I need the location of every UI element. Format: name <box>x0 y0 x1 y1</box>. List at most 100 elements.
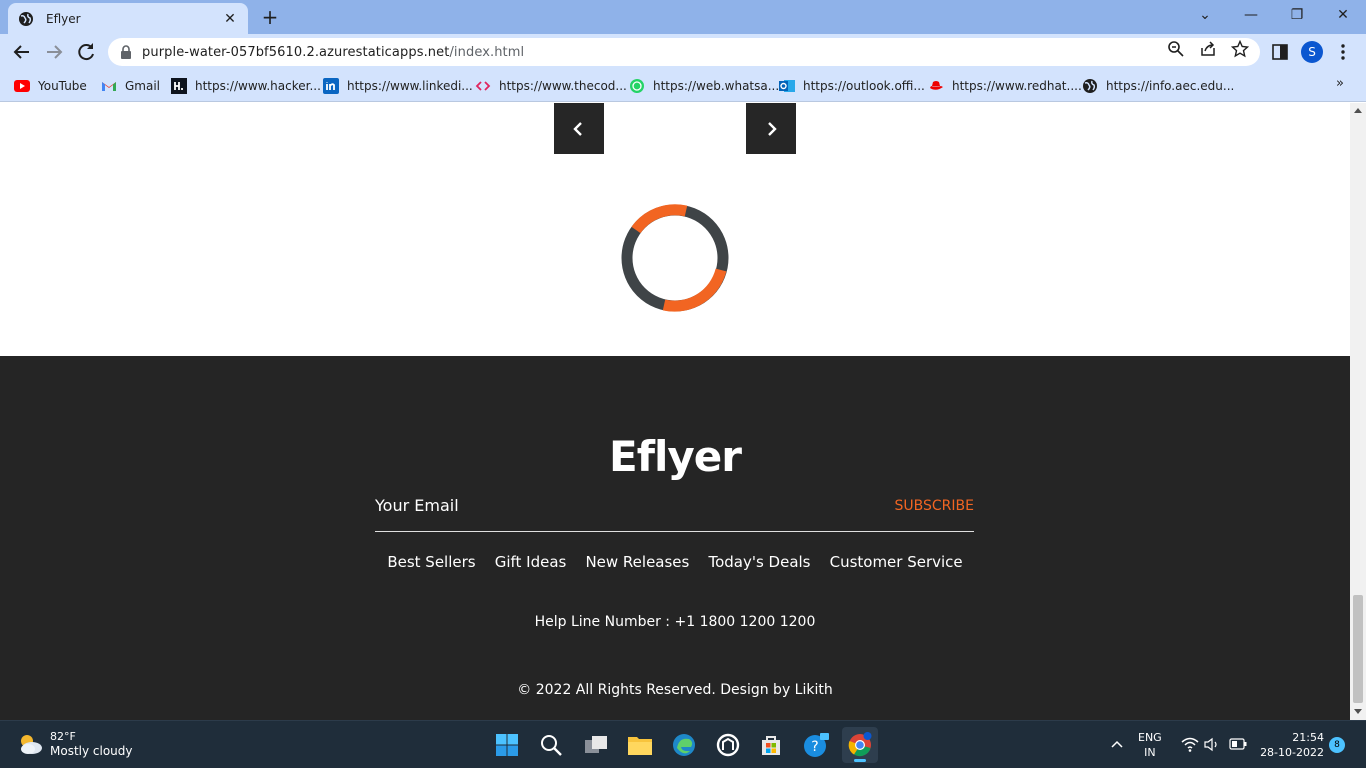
language-indicator[interactable]: ENG IN <box>1138 730 1162 760</box>
footer-link-new-releases[interactable]: New Releases <box>585 553 689 571</box>
hackerrank-icon <box>171 78 187 94</box>
back-arrow-icon[interactable] <box>10 40 34 64</box>
windows-taskbar: 82°F Mostly cloudy ? ENG IN 21:54 28-10-… <box>0 720 1366 768</box>
bookmarks-bar: YouTube Gmail https://www.hacker... http… <box>0 70 1366 102</box>
bookmark-linkedin[interactable]: https://www.linkedi... <box>323 76 473 96</box>
system-clock[interactable]: 21:54 28-10-2022 <box>1260 730 1326 760</box>
share-icon[interactable] <box>1199 40 1217 58</box>
subscribe-button[interactable]: SUBSCRIBE <box>895 498 974 514</box>
restore-button[interactable]: ❐ <box>1274 0 1320 30</box>
address-bar[interactable]: purple-water-057bf5610.2.azurestaticapps… <box>108 38 1260 66</box>
active-app-indicator <box>854 759 866 762</box>
notification-badge[interactable]: 8 <box>1329 737 1345 753</box>
copyright-text: © 2022 All Rights Reserved. Design by Li… <box>517 682 833 698</box>
whatsapp-icon <box>630 79 644 93</box>
minimize-button[interactable]: — <box>1228 0 1274 30</box>
help-mail-icon: ? <box>804 733 829 757</box>
bookmark-outlook[interactable]: https://outlook.offi... <box>779 76 925 96</box>
forward-arrow-icon[interactable] <box>42 40 66 64</box>
store-icon <box>762 736 780 755</box>
chevron-up-icon[interactable] <box>1110 739 1124 749</box>
footer-link-todays-deals[interactable]: Today's Deals <box>708 553 810 571</box>
tab-strip: Eflyer ✕ + ⌄ — ❐ ✕ <box>0 0 1366 34</box>
linkedin-icon <box>323 78 339 94</box>
scroll-thumb[interactable] <box>1353 595 1363 703</box>
tab-search-icon[interactable]: ⌄ <box>1182 0 1228 30</box>
web-page: Eflyer SUBSCRIBE Best Sellers Gift Ideas… <box>0 103 1350 720</box>
loading-spinner-icon <box>621 204 729 312</box>
footer-logo[interactable]: Eflyer <box>0 432 1350 481</box>
bookmark-hackerrank[interactable]: https://www.hacker... <box>171 76 321 96</box>
store-button[interactable] <box>753 727 789 763</box>
task-view-button[interactable] <box>578 727 614 763</box>
app-button-outline[interactable] <box>710 727 746 763</box>
volume-icon[interactable] <box>1204 737 1220 752</box>
weather-widget[interactable]: 82°F Mostly cloudy <box>16 729 133 759</box>
clock-time: 21:54 <box>1292 731 1324 744</box>
chevron-right-icon <box>768 121 777 136</box>
carousel-prev-button[interactable] <box>554 103 604 154</box>
bookmark-gmail[interactable]: Gmail <box>101 76 160 96</box>
wifi-icon[interactable] <box>1181 737 1199 752</box>
new-tab-button[interactable]: + <box>258 6 282 28</box>
partly-cloudy-icon <box>21 735 42 754</box>
chrome-icon <box>848 732 872 757</box>
battery-icon[interactable] <box>1229 738 1247 750</box>
close-window-button[interactable]: ✕ <box>1320 0 1366 30</box>
gmail-icon <box>102 82 116 91</box>
chevron-left-icon <box>573 121 582 136</box>
taskbar-search-button[interactable] <box>533 727 569 763</box>
folder-icon <box>628 737 652 755</box>
url-text: purple-water-057bf5610.2.azurestaticapps… <box>142 44 525 60</box>
lock-icon[interactable] <box>120 45 132 59</box>
bookmark-youtube[interactable]: YouTube <box>14 76 87 96</box>
reload-icon[interactable] <box>74 40 98 64</box>
more-bookmarks-icon[interactable]: » <box>1336 76 1344 91</box>
weather-condition: Mostly cloudy <box>50 744 133 758</box>
weather-temperature: 82°F <box>50 730 76 743</box>
task-view-icon <box>585 736 607 753</box>
page-scrollbar[interactable] <box>1350 103 1366 720</box>
search-icon <box>541 735 562 756</box>
scroll-up-arrow-icon[interactable] <box>1354 108 1362 113</box>
email-input[interactable] <box>375 492 855 518</box>
bookmark-thecode[interactable]: https://www.thecod... <box>475 76 627 96</box>
footer-link-customer-service[interactable]: Customer Service <box>830 553 963 571</box>
clock-date: 28-10-2022 <box>1260 746 1324 759</box>
help-button[interactable]: ? <box>798 727 834 763</box>
bookmark-star-icon[interactable] <box>1231 40 1249 58</box>
svg-text:?: ? <box>811 739 818 755</box>
app-outline-icon <box>716 733 740 757</box>
edge-button[interactable] <box>666 727 702 763</box>
footer-nav: Best Sellers Gift Ideas New Releases Tod… <box>0 552 1350 571</box>
chrome-button[interactable] <box>842 727 878 763</box>
file-explorer-button[interactable] <box>622 727 658 763</box>
bookmark-redhat[interactable]: https://www.redhat.... <box>928 76 1082 96</box>
browser-toolbar: purple-water-057bf5610.2.azurestaticapps… <box>0 34 1366 70</box>
profile-avatar[interactable]: S <box>1301 41 1323 63</box>
code-icon <box>475 81 491 91</box>
newsletter-form: SUBSCRIBE <box>375 490 974 532</box>
tab-close-icon[interactable]: ✕ <box>222 11 238 27</box>
scroll-down-arrow-icon[interactable] <box>1354 709 1362 714</box>
youtube-icon <box>14 80 30 92</box>
windows-logo-icon <box>496 734 518 756</box>
browser-tab[interactable]: Eflyer ✕ <box>8 3 248 34</box>
bookmark-aec[interactable]: https://info.aec.edu... <box>1082 76 1234 96</box>
globe-icon <box>1083 79 1097 93</box>
footer-link-best-sellers[interactable]: Best Sellers <box>387 553 475 571</box>
helpline-text: Help Line Number : +1 1800 1200 1200 <box>534 614 816 630</box>
edge-icon <box>673 734 695 756</box>
globe-icon <box>19 11 33 26</box>
side-panel-icon[interactable] <box>1270 42 1290 62</box>
menu-kebab-icon[interactable] <box>1333 42 1353 62</box>
zoom-icon[interactable] <box>1167 40 1185 58</box>
footer-link-gift-ideas[interactable]: Gift Ideas <box>495 553 567 571</box>
redhat-icon <box>930 81 943 90</box>
site-footer: Eflyer SUBSCRIBE Best Sellers Gift Ideas… <box>0 356 1350 720</box>
carousel-next-button[interactable] <box>746 103 796 154</box>
outlook-icon <box>779 80 795 92</box>
tab-title: Eflyer <box>46 11 81 26</box>
start-button[interactable] <box>489 727 525 763</box>
bookmark-whatsapp[interactable]: https://web.whatsa... <box>629 76 779 96</box>
